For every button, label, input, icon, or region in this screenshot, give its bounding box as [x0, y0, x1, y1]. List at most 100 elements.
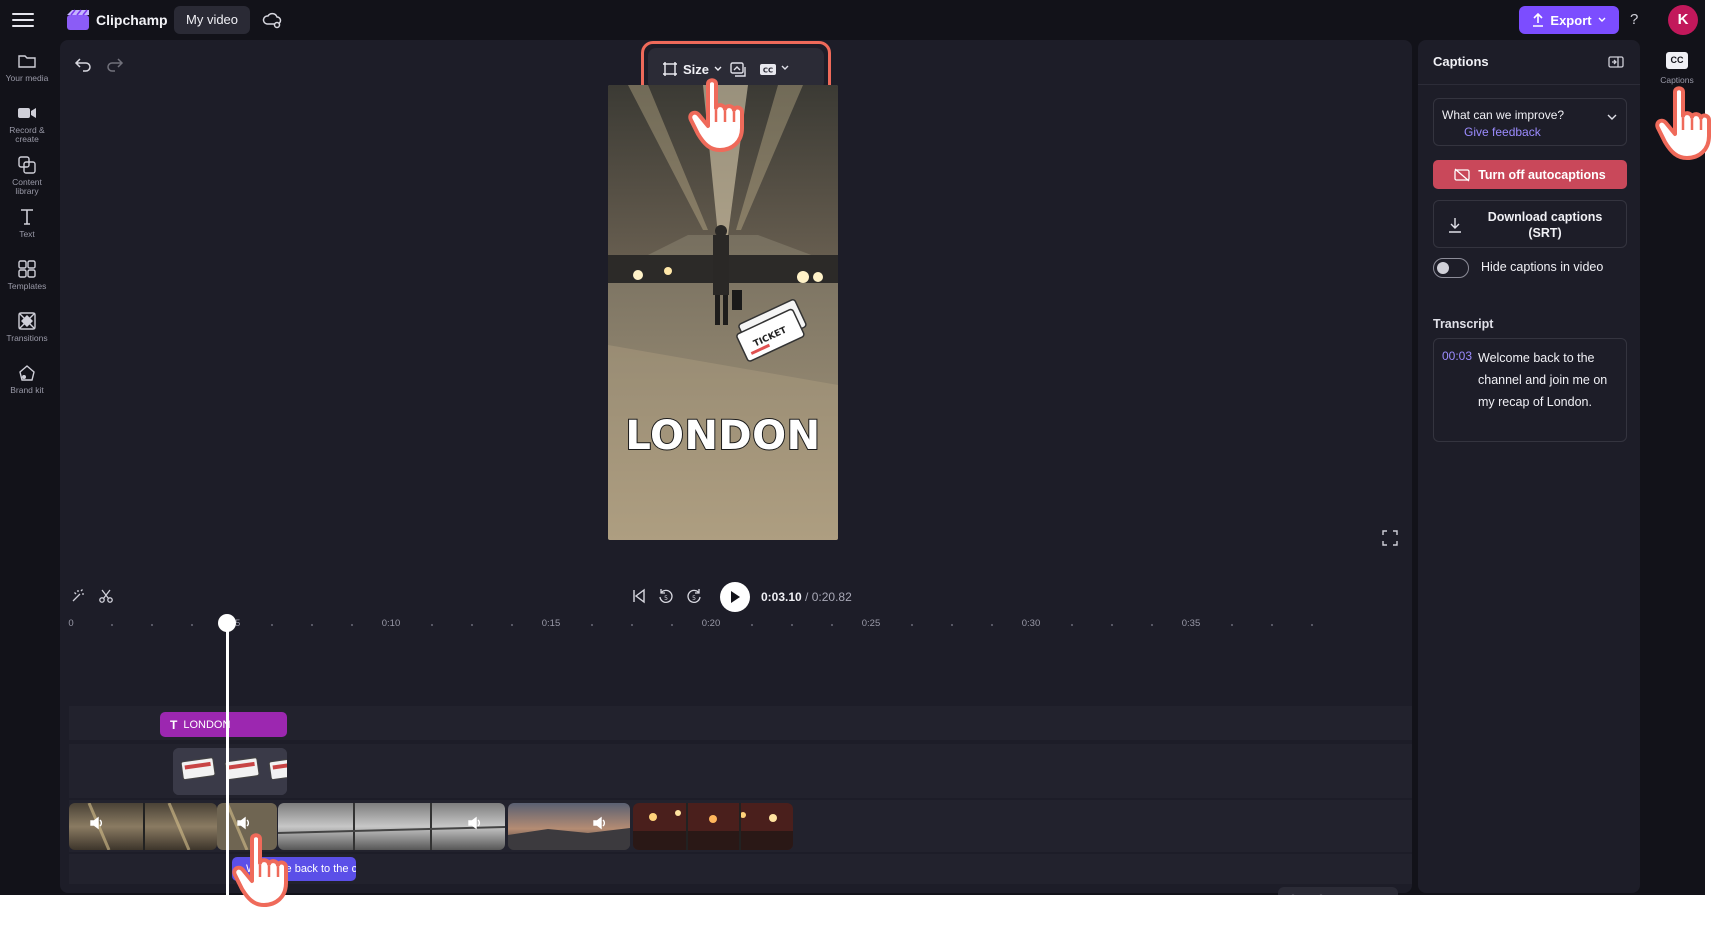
download-label-line2: (SRT) — [1528, 226, 1562, 240]
timecode: 0:03.10 / 0:20.82 — [761, 590, 852, 604]
collapse-panel-icon[interactable] — [1608, 54, 1624, 70]
feedback-dropdown[interactable]: What can we improve? Give feedback — [1433, 98, 1627, 146]
timeline-text-clip[interactable]: T LONDON — [160, 712, 287, 737]
sidebar-item-content-library[interactable]: Content library — [0, 148, 54, 202]
volume-icon[interactable] — [88, 814, 106, 832]
ruler-tick-label: 0:35 — [1181, 618, 1201, 629]
ruler-tick-dot — [791, 624, 793, 626]
captions-cc-icon: CC — [1666, 52, 1688, 69]
ruler-tick-label: 0:20 — [701, 618, 721, 629]
toggle-knob — [1437, 262, 1449, 274]
video-preview[interactable]: TICKET LONDON — [608, 85, 838, 540]
timeline-video-clip-4[interactable] — [508, 803, 630, 850]
ruler-tick-dot — [1231, 624, 1233, 626]
timeline-video-clip-5[interactable] — [633, 803, 793, 850]
turn-off-autocaptions-button[interactable]: Turn off autocaptions — [1433, 160, 1627, 189]
timeline-caption-clip[interactable]: Welcome back to the channel and join me … — [232, 857, 356, 881]
background-fill-icon[interactable] — [728, 59, 748, 79]
transcript-text[interactable]: Welcome back to the channel and join me … — [1478, 347, 1620, 413]
skip-to-start-icon[interactable] — [630, 587, 648, 605]
preview-frame-image: TICKET — [608, 85, 838, 540]
chevron-down-icon[interactable] — [780, 63, 790, 73]
transcript-entry[interactable]: 00:03 Welcome back to the channel and jo… — [1433, 338, 1627, 442]
ruler-tick-dot — [1311, 624, 1313, 626]
sidebar-item-text[interactable]: Text — [0, 200, 54, 254]
forward-5-icon[interactable]: 5 — [685, 587, 703, 605]
svg-text:5: 5 — [664, 595, 668, 602]
download-label-line1: Download captions — [1487, 210, 1603, 224]
fit-timeline-icon[interactable] — [1342, 893, 1358, 895]
left-sidebar: Your media Record & create Content libra… — [0, 40, 54, 895]
sidebar-item-label: Brand kit — [10, 385, 44, 395]
panel-title: Captions — [1433, 54, 1489, 69]
timeline-add-track-icon[interactable] — [1370, 893, 1386, 895]
sidebar-item-label: Record & create — [9, 125, 45, 144]
hide-captions-toggle[interactable] — [1433, 258, 1469, 278]
zoom-in-icon[interactable] — [1314, 893, 1330, 895]
camera-icon — [18, 108, 36, 118]
timeline-zoom-controls — [1278, 887, 1398, 895]
time-separator: / — [801, 590, 812, 604]
sidebar-item-transitions[interactable]: Transitions — [0, 304, 54, 358]
sidebar-item-templates[interactable]: Templates — [0, 252, 54, 306]
magic-wand-icon[interactable] — [70, 588, 86, 604]
right-rail: CC Captions — [1648, 40, 1705, 895]
ruler-tick-dot — [671, 624, 673, 626]
chevron-down-icon[interactable] — [1606, 111, 1618, 123]
timeline-ruler[interactable]: 00:050:100:150:200:250:300:35 — [60, 618, 1412, 636]
ruler-tick-label: 0:10 — [381, 618, 401, 629]
transitions-icon — [18, 312, 36, 330]
ruler-tick-dot — [751, 624, 753, 626]
avatar[interactable]: K — [1668, 5, 1698, 35]
caption-clip-label: Welcome back to the channel and join me … — [246, 863, 356, 875]
ruler-tick-dot — [1111, 624, 1113, 626]
playhead-handle[interactable] — [218, 614, 236, 632]
project-title[interactable]: My video — [174, 6, 251, 34]
redo-icon[interactable] — [106, 55, 124, 73]
sidebar-item-your-media[interactable]: Your media — [0, 44, 54, 98]
captions-tab[interactable]: CC Captions — [1653, 48, 1701, 102]
ruler-tick-dot — [831, 624, 833, 626]
fullscreen-icon[interactable] — [1382, 530, 1398, 546]
play-button[interactable] — [720, 582, 750, 612]
volume-icon[interactable] — [235, 814, 253, 832]
ruler-tick-dot — [351, 624, 353, 626]
playhead-line — [226, 618, 229, 895]
volume-icon[interactable] — [591, 814, 609, 832]
zoom-out-icon[interactable] — [1286, 893, 1302, 895]
size-button[interactable]: Size — [662, 58, 722, 80]
menu-icon[interactable] — [12, 9, 34, 31]
ruler-tick-dot — [511, 624, 513, 626]
app-window: Clipchamp My video Export ? K Your media… — [0, 0, 1705, 895]
give-feedback-link[interactable]: Give feedback — [1464, 125, 1541, 139]
captions-cc-icon[interactable]: CC — [758, 59, 778, 79]
ruler-tick-dot — [311, 624, 313, 626]
upload-icon — [1533, 13, 1544, 27]
undo-icon[interactable] — [74, 55, 92, 73]
volume-icon[interactable] — [466, 814, 484, 832]
ruler-tick-label: 0 — [68, 618, 74, 629]
scissors-icon[interactable] — [98, 588, 114, 604]
panel-divider — [1418, 84, 1640, 85]
export-button[interactable]: Export — [1519, 6, 1619, 34]
ruler-tick-dot — [471, 624, 473, 626]
chevron-down-icon — [1598, 17, 1606, 22]
total-time: 0:20.82 — [811, 590, 852, 604]
rewind-5-icon[interactable]: 5 — [657, 587, 675, 605]
sidebar-item-label: Content library — [12, 177, 42, 196]
sidebar-item-record-create[interactable]: Record & create — [0, 96, 54, 150]
transcript-timestamp[interactable]: 00:03 — [1442, 349, 1472, 363]
captions-panel: Captions What can we improve? Give feedb… — [1418, 40, 1640, 893]
help-icon[interactable]: ? — [1630, 11, 1638, 28]
ruler-tick-dot — [1071, 624, 1073, 626]
download-captions-button[interactable]: Download captions (SRT) — [1433, 200, 1627, 248]
sidebar-item-label: Text — [19, 229, 35, 239]
text-icon — [21, 209, 33, 225]
sidebar-item-brand-kit[interactable]: Brand kit — [0, 356, 54, 410]
svg-text:5: 5 — [692, 595, 696, 602]
video-thumbnail — [633, 803, 793, 850]
cloud-sync-icon[interactable] — [262, 10, 282, 30]
captions-tab-label: Captions — [1660, 75, 1694, 85]
play-icon — [731, 591, 740, 603]
timeline-sticker-clip[interactable] — [173, 748, 287, 795]
